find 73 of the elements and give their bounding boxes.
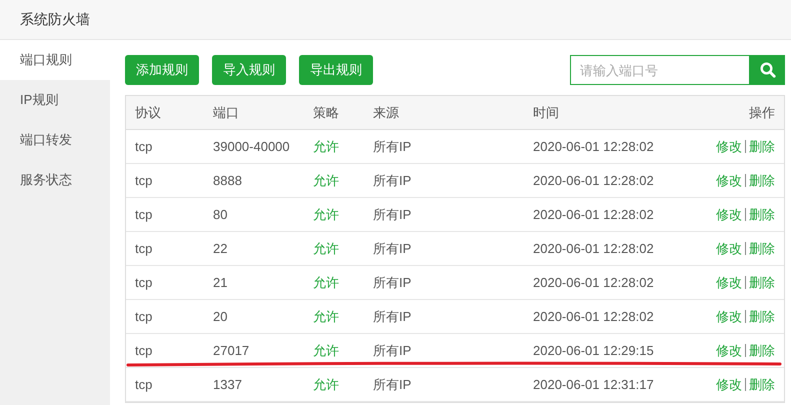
table-cell: 所有IP	[373, 206, 412, 222]
table-cell: 所有IP	[373, 240, 412, 256]
action-link[interactable]: 删除	[749, 374, 775, 394]
action-link[interactable]: 修改	[716, 238, 742, 258]
action-link[interactable]: 删除	[749, 340, 775, 360]
policy-status: 允许	[313, 172, 339, 188]
table-cell: 20	[213, 308, 228, 324]
column-header: 策略	[313, 104, 339, 122]
policy-status: 允许	[313, 206, 339, 222]
toolbar-button[interactable]: 导入规则	[212, 55, 286, 85]
action-link[interactable]: 删除	[749, 306, 775, 326]
table-cell: tcp	[135, 308, 152, 324]
action-link[interactable]: 修改	[716, 272, 742, 292]
table-cell: 2020-06-01 12:28:02	[533, 240, 654, 256]
search-field[interactable]: 请输入端口号	[570, 55, 750, 85]
action-link[interactable]: 修改	[716, 340, 742, 360]
column-header: 操作	[749, 104, 775, 122]
table-cell: 所有IP	[373, 138, 412, 154]
table-cell: 80	[213, 206, 228, 222]
table-cell: 所有IP	[373, 342, 412, 358]
table-cell: 8888	[213, 172, 242, 188]
table-cell: 所有IP	[373, 308, 412, 324]
action-link[interactable]: 删除	[749, 238, 775, 258]
table-cell: 所有IP	[373, 274, 412, 290]
action-link[interactable]: 修改	[716, 306, 742, 326]
column-header: 来源	[373, 104, 399, 122]
window-title: 系统防火墙	[20, 10, 90, 29]
search-button[interactable]	[750, 55, 785, 85]
table-cell: tcp	[135, 376, 152, 392]
action-link[interactable]: 修改	[716, 204, 742, 224]
table-cell: 22	[213, 240, 228, 256]
table-cell: 2020-06-01 12:28:02	[533, 172, 654, 188]
action-link[interactable]: 修改	[716, 136, 742, 156]
sidebar-item[interactable]: 服务状态	[0, 160, 110, 200]
toolbar-button[interactable]: 导出规则	[299, 55, 373, 85]
policy-status: 允许	[313, 274, 339, 290]
policy-status: 允许	[313, 308, 339, 324]
policy-status: 允许	[313, 240, 339, 256]
action-link[interactable]: 删除	[749, 204, 775, 224]
table-cell: 1337	[213, 376, 242, 392]
action-link[interactable]: 修改	[716, 170, 742, 190]
toolbar-button[interactable]: 添加规则	[125, 55, 199, 85]
column-header: 协议	[135, 104, 161, 122]
table-cell: 2020-06-01 12:28:02	[533, 206, 654, 222]
table-cell: 21	[213, 274, 228, 290]
table-cell: tcp	[135, 240, 152, 256]
policy-status: 允许	[313, 138, 339, 154]
table-cell: 2020-06-01 12:28:02	[533, 308, 654, 324]
policy-status: 允许	[313, 342, 339, 358]
policy-status: 允许	[313, 376, 339, 392]
table-cell: 2020-06-01 12:29:15	[533, 342, 654, 358]
table-cell: 2020-06-01 12:28:02	[533, 138, 654, 154]
action-link[interactable]: 删除	[749, 170, 775, 190]
action-link[interactable]: 删除	[749, 272, 775, 292]
table-cell: 39000-40000	[213, 138, 290, 154]
table-cell: tcp	[135, 138, 152, 154]
search-icon	[760, 62, 776, 78]
action-link[interactable]: 删除	[749, 136, 775, 156]
table-cell: tcp	[135, 206, 152, 222]
table-cell: 2020-06-01 12:31:17	[533, 376, 654, 392]
table-cell: tcp	[135, 274, 152, 290]
table-cell: 27017	[213, 342, 250, 358]
table-cell: tcp	[135, 172, 152, 188]
sidebar-item[interactable]: 端口转发	[0, 120, 110, 160]
column-header: 端口	[213, 104, 239, 122]
table-cell: tcp	[135, 342, 152, 358]
column-header: 时间	[533, 104, 559, 122]
sidebar-item[interactable]: IP规则	[0, 80, 110, 120]
table-cell: 2020-06-01 12:28:02	[533, 274, 654, 290]
table-cell: 所有IP	[373, 172, 412, 188]
sidebar-item[interactable]: 端口规则	[0, 40, 110, 80]
action-link[interactable]: 修改	[716, 374, 742, 394]
table-cell: 所有IP	[373, 376, 412, 392]
